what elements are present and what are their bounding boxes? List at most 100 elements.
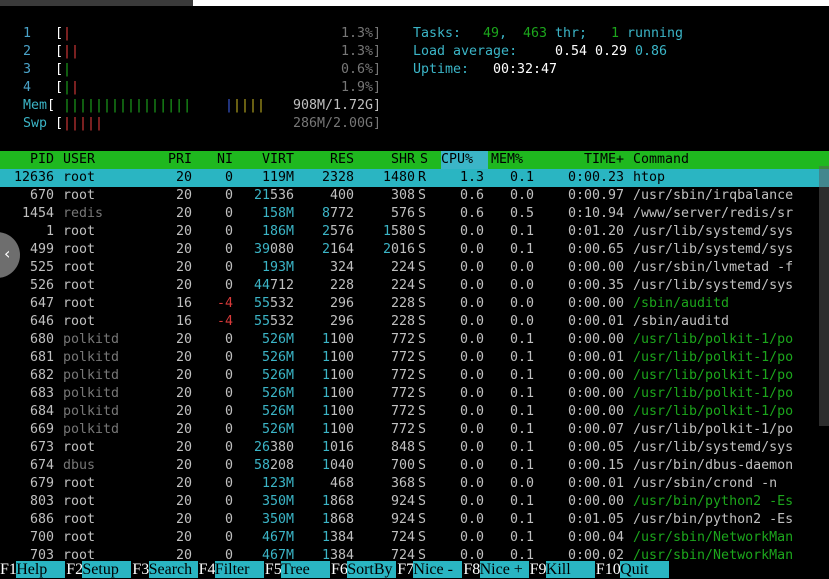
cell-time: 0:00.07 [567, 422, 624, 437]
process-row[interactable]: 525 root 20 0 193M 324 224 S 0.0 0.0 0:00.00/usr/s… [0, 259, 829, 277]
column-header-cpu[interactable]: CPU% [441, 151, 488, 169]
cell-time: 0:00.00 [567, 296, 624, 311]
cell-shr: 308 [390, 188, 415, 203]
mem-value: 908M/1.72G] [292, 98, 381, 113]
cell-user: root [63, 476, 96, 491]
cell-mem: 0.1 [509, 458, 534, 473]
fkey-f2-label[interactable]: Setup [82, 561, 132, 578]
column-header-s[interactable]: S [420, 151, 428, 169]
column-header-command[interactable]: Command [633, 151, 689, 169]
cell-cpu: 0.0 [459, 386, 484, 401]
cell-time: 0:00.00 [567, 332, 624, 347]
cell-virt: 350M [261, 512, 294, 527]
cell-cmd: /usr/lib/systemd/sys [633, 440, 794, 455]
column-header-user[interactable]: USER [63, 151, 95, 169]
cell-user: root [63, 260, 96, 275]
cell-cmd: /usr/lib/polkit-1/po [633, 404, 794, 419]
column-header-res[interactable]: RES [297, 151, 354, 169]
column-header-pid[interactable]: PID [0, 151, 54, 169]
cell-pid: 680 [29, 332, 54, 347]
process-row[interactable]: 680 polkitd 20 0 526M 1100 772 S 0.0 0.1 0:00.00/u… [0, 331, 829, 349]
fkey-f6-label[interactable]: SortBy [347, 561, 397, 578]
cell-shr: 1480 [382, 170, 415, 185]
cell-mem: 0.1 [509, 350, 534, 365]
column-header-ni[interactable]: NI [195, 151, 233, 169]
cell-pri: 20 [175, 476, 192, 491]
process-row[interactable]: 647 root 16 -4 55532 296 228 S 0.0 0.0 0:00.00/sbi… [0, 295, 829, 313]
cell-cpu: 0.0 [459, 512, 484, 527]
cell-pri: 20 [175, 422, 192, 437]
cell-mem: 0.1 [509, 404, 534, 419]
process-row[interactable]: 679 root 20 0 123M 468 368 S 0.0 0.0 0:00.01/usr/s… [0, 475, 829, 493]
cell-time: 0:01.20 [567, 224, 624, 239]
cell-pri: 20 [175, 512, 192, 527]
fkey-f1-label[interactable]: Help [16, 561, 66, 578]
cell-user: root [63, 530, 96, 545]
cell-pri: 20 [175, 368, 192, 383]
cell-res: 1100 [321, 332, 354, 347]
cell-pri: 16 [175, 296, 192, 311]
process-row[interactable]: 669 polkitd 20 0 526M 1100 772 S 0.0 0.1 0:00.07/u… [0, 421, 829, 439]
cell-ni: 0 [224, 260, 233, 275]
cell-ni: 0 [224, 368, 233, 383]
process-row[interactable]: 1454 redis 20 0 158M 8772 576 S 0.6 0.5 0:10.94/ww… [0, 205, 829, 223]
cell-pid: 1454 [21, 206, 54, 221]
cell-cpu: 0.0 [459, 278, 484, 293]
cell-cmd: /usr/sbin/lvmetad -f [633, 260, 794, 275]
cell-mem: 0.1 [509, 494, 534, 509]
cell-cpu: 0.6 [459, 206, 484, 221]
cell-mem: 0.5 [509, 206, 534, 221]
fkey-f8-label[interactable]: Nice + [479, 561, 529, 578]
process-row[interactable]: 674 dbus 20 0 58208 1040 700 S 0.0 0.1 0:00.15/usr… [0, 457, 829, 475]
column-header-shr[interactable]: SHR [357, 151, 415, 169]
scrollbar[interactable] [819, 166, 829, 426]
cell-cmd: /usr/lib/polkit-1/po [633, 350, 794, 365]
process-row[interactable]: 670 root 20 0 21536 400 308 S 0.6 0.0 0:00.97/usr/… [0, 187, 829, 205]
process-row[interactable]: 681 polkitd 20 0 526M 1100 772 S 0.0 0.1 0:00.01/u… [0, 349, 829, 367]
process-row[interactable]: 803 root 20 0 350M 1868 924 S 0.0 0.1 0:00.00/usr/… [0, 493, 829, 511]
column-header-pri[interactable]: PRI [150, 151, 192, 169]
process-row[interactable]: 683 polkitd 20 0 526M 1100 772 S 0.0 0.1 0:00.00/u… [0, 385, 829, 403]
process-row[interactable]: 686 root 20 0 350M 1868 924 S 0.0 0.1 0:01.05/usr/… [0, 511, 829, 529]
process-row[interactable]: 12636 root 20 0 119M 2328 1480 R 1.3 0.1 0:00.23 ht… [0, 169, 829, 187]
fkey-f10-label[interactable]: Quit [620, 561, 670, 578]
cell-time: 0:00.35 [567, 278, 624, 293]
cell-ni: 0 [224, 494, 233, 509]
cell-pid: 684 [29, 404, 54, 419]
cell-pri: 20 [175, 494, 192, 509]
fkey-f5-label[interactable]: Tree [281, 561, 330, 578]
column-header-mem[interactable]: MEM% [491, 151, 523, 169]
cell-mem: 0.1 [509, 530, 534, 545]
process-row[interactable]: 682 polkitd 20 0 526M 1100 772 S 0.0 0.1 0:00.00/u… [0, 367, 829, 385]
cell-time: 0:00.97 [567, 188, 624, 203]
cell-ni: 0 [224, 170, 233, 185]
process-table-header: PID USER PRI NI VIRT RES SHR S CPU% MEM% TIME+ Comm… [0, 151, 829, 169]
cell-ni: 0 [224, 386, 233, 401]
column-header-virt[interactable]: VIRT [236, 151, 294, 169]
cell-s: S [418, 386, 427, 401]
process-row[interactable]: 526 root 20 0 44712 228 224 S 0.0 0.0 0:00.35/usr/… [0, 277, 829, 295]
fkey-f9-label[interactable]: Kill [545, 561, 595, 578]
running-count: 1 [611, 26, 620, 41]
swap-bar-red: ||||| [63, 116, 104, 131]
process-row[interactable]: 684 polkitd 20 0 526M 1100 772 S 0.0 0.1 0:00.00/u… [0, 403, 829, 421]
cell-shr: 1580 [382, 224, 415, 239]
process-row[interactable]: 499 root 20 0 39080 2164 2016 S 0.0 0.1 0:00.65/us… [0, 241, 829, 259]
fkey-f4-label[interactable]: Filter [214, 561, 264, 578]
cell-s: S [418, 224, 427, 239]
cell-pid: 686 [29, 512, 54, 527]
fkey-f3: F3 [132, 561, 150, 578]
fkey-f8: F8 [463, 561, 481, 578]
process-row[interactable]: 1 root 20 0 186M 2576 1580 S 0.0 0.1 0:01.20/usr/l… [0, 223, 829, 241]
cell-mem: 0.1 [509, 224, 534, 239]
column-header-time[interactable]: TIME+ [540, 151, 624, 169]
cell-mem: 0.1 [509, 368, 534, 383]
fkey-f3-label[interactable]: Search [148, 561, 198, 578]
cell-pid: 683 [29, 386, 54, 401]
process-row[interactable]: 646 root 16 -4 55532 296 228 S 0.0 0.0 0:00.01/sbi… [0, 313, 829, 331]
process-row[interactable]: 673 root 20 0 26380 1016 848 S 0.0 0.1 0:00.05/usr… [0, 439, 829, 457]
cell-virt: 26380 [253, 440, 294, 455]
cell-res: 8772 [321, 206, 354, 221]
fkey-f7-label[interactable]: Nice - [413, 561, 463, 578]
process-row[interactable]: 700 root 20 0 467M 1384 724 S 0.0 0.1 0:00.04/usr/… [0, 529, 829, 547]
